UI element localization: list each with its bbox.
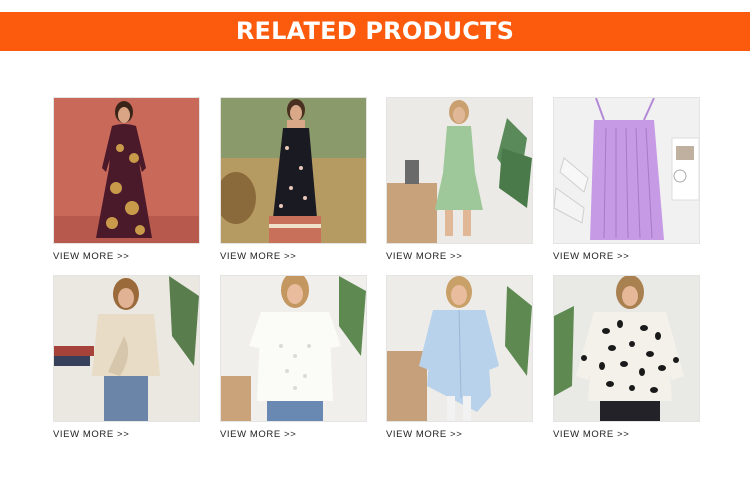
view-more-link[interactable]: VIEW MORE >>: [53, 429, 129, 440]
view-more-link[interactable]: VIEW MORE >>: [220, 429, 296, 440]
view-more-link[interactable]: VIEW MORE >>: [386, 429, 462, 440]
view-more-link[interactable]: VIEW MORE >>: [553, 429, 629, 440]
section-title: RELATED PRODUCTS: [235, 17, 515, 45]
view-more-link[interactable]: VIEW MORE >>: [53, 251, 129, 262]
product-image[interactable]: [553, 97, 700, 244]
view-more-link[interactable]: VIEW MORE >>: [386, 251, 462, 262]
product-image[interactable]: [386, 275, 533, 422]
related-products-banner: RELATED PRODUCTS: [0, 12, 750, 51]
product-image[interactable]: [53, 97, 200, 244]
view-more-link[interactable]: VIEW MORE >>: [553, 251, 629, 262]
product-image[interactable]: [386, 97, 533, 244]
product-image[interactable]: [220, 275, 367, 422]
product-image[interactable]: [220, 97, 367, 244]
product-image[interactable]: [553, 275, 700, 422]
view-more-link[interactable]: VIEW MORE >>: [220, 251, 296, 262]
product-image[interactable]: [53, 275, 200, 422]
